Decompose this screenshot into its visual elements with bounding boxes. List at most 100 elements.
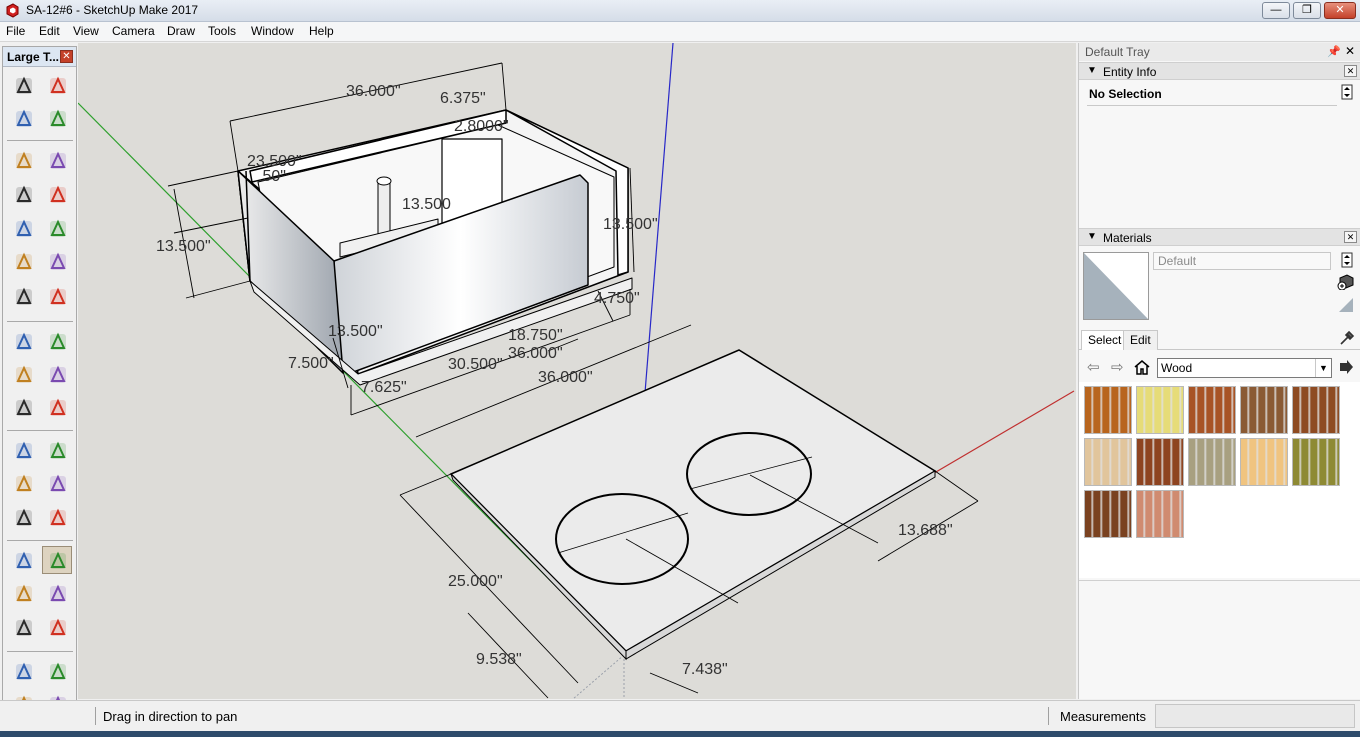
pan-tool-button[interactable] [42,546,72,574]
material-swatch-wood-red-brown[interactable] [1188,386,1236,434]
material-swatch-grid [1079,382,1360,578]
pin-icon[interactable]: 📌 [1327,45,1341,58]
protractor-tool-button[interactable] [8,469,38,497]
offset-tool-button[interactable] [42,393,72,421]
material-swatch-wood-salmon[interactable] [1136,490,1184,538]
menu-window[interactable]: Window [251,24,294,38]
material-swatch-wood-walnut[interactable] [1240,386,1288,434]
baffle-board[interactable] [449,349,937,661]
materials-header[interactable]: ▼ Materials ✕ [1079,228,1360,246]
zoom-extents-tool-button[interactable] [8,613,38,641]
entity-info-header[interactable]: ▼ Entity Info ✕ [1079,62,1360,80]
follow-me-tool-button[interactable] [42,360,72,388]
entity-info-close-button[interactable]: ✕ [1344,65,1357,77]
material-swatch-wood-parquet-mahogany[interactable] [1136,438,1184,486]
material-swatch-wood-parquet-dark[interactable] [1292,386,1340,434]
menu-help[interactable]: Help [309,24,334,38]
previous-view-tool-button[interactable] [42,613,72,641]
rectangle-tool-button[interactable] [8,180,38,208]
drawing-viewport[interactable]: 36.000" 6.375" 2.8000" 23.500" .50" 13.5… [78,43,1076,699]
library-select[interactable]: Wood ▼ [1157,358,1332,378]
push-pull-tool-button[interactable] [42,327,72,355]
window-title: SA-12#6 - SketchUp Make 2017 [26,3,199,17]
paint-bucket-tool-button[interactable] [8,104,38,132]
tray-header: Default Tray 📌 ✕ [1079,43,1360,61]
menu-file[interactable]: File [6,24,25,38]
tape-measure-tool-button[interactable] [8,436,38,464]
three-point-arc-tool-icon [16,287,32,305]
forward-arrow-icon[interactable]: ⇨ [1111,358,1124,376]
select-tool-button[interactable] [8,71,38,99]
eyedropper-icon[interactable] [1339,330,1355,346]
model-canvas[interactable]: 36.000" 6.375" 2.8000" 23.500" .50" 13.5… [78,43,1076,699]
tab-edit[interactable]: Edit [1123,330,1158,350]
menu-camera[interactable]: Camera [112,24,155,38]
speaker-box[interactable] [237,109,633,386]
material-preview[interactable] [1083,252,1149,320]
minimize-icon: — [1270,4,1282,16]
move-tool-button[interactable] [8,327,38,355]
material-swatch-wood-particle-board[interactable] [1240,438,1288,486]
polygon-tool-button[interactable] [42,214,72,242]
tab-select[interactable]: Select [1081,330,1129,350]
3d-text-tool-button[interactable] [42,503,72,531]
measurements-input[interactable] [1155,704,1355,728]
text-tool-button[interactable] [42,469,72,497]
scale-tool-button[interactable] [8,393,38,421]
orbit-tool-button[interactable] [8,546,38,574]
zoom-tool-button[interactable] [8,579,38,607]
dimension-tool-icon [50,441,66,459]
text-tool-icon [50,474,66,492]
details-toggle-icon[interactable] [1341,84,1353,100]
toolbar-close-button[interactable]: ✕ [60,50,73,63]
three-point-arc-tool-button[interactable] [8,282,38,310]
material-swatch-wood-olive[interactable] [1292,438,1340,486]
rotated-rectangle-tool-button[interactable] [42,180,72,208]
close-button[interactable]: ✕ [1324,2,1356,19]
toolbar-header[interactable]: Large T... ✕ [3,47,76,67]
restore-button[interactable]: ❐ [1293,2,1321,19]
material-name-field[interactable]: Default [1153,252,1331,270]
menu-tools[interactable]: Tools [208,24,236,38]
two-point-arc-tool-button[interactable] [42,247,72,275]
tray-close-button[interactable]: ✕ [1345,44,1355,58]
material-swatch-wood-dark-walnut[interactable] [1084,490,1132,538]
material-swatch-wood-cherry[interactable] [1084,386,1132,434]
default-material-icon[interactable] [1337,296,1355,314]
axes-tool-button[interactable] [8,503,38,531]
circle-tool-button[interactable] [8,214,38,242]
details-arrow-icon[interactable] [1337,359,1355,375]
menu-edit[interactable]: Edit [39,24,60,38]
create-material-icon[interactable] [1337,272,1355,290]
dimension-tool-button[interactable] [42,436,72,464]
details-toggle-icon[interactable] [1341,252,1353,268]
zoom-window-tool-button[interactable] [42,579,72,607]
line-tool-button[interactable] [8,146,38,174]
menu-draw[interactable]: Draw [167,24,195,38]
chevron-down-icon[interactable]: ▼ [1315,359,1331,377]
pie-tool-button[interactable] [42,282,72,310]
position-camera-tool-button[interactable] [8,657,38,685]
component-tool-button[interactable] [42,71,72,99]
freehand-tool-button[interactable] [42,146,72,174]
eraser-tool-button[interactable] [42,104,72,132]
rotate-tool-icon [16,365,32,383]
back-arrow-icon[interactable]: ⇦ [1087,358,1100,376]
materials-close-button[interactable]: ✕ [1344,231,1357,243]
collapse-arrow-icon[interactable]: ▼ [1087,231,1097,242]
default-tray: Default Tray 📌 ✕ ▼ Entity Info ✕ No Sele… [1078,43,1360,699]
menu-view[interactable]: View [73,24,99,38]
dim-box-width-top: 36.000" [346,83,401,100]
library-select-value: Wood [1161,361,1193,375]
scale-tool-icon [16,398,32,416]
minimize-button[interactable]: — [1262,2,1290,19]
material-swatch-wood-light-yellow[interactable] [1136,386,1184,434]
home-icon[interactable] [1133,359,1151,375]
material-swatch-wood-grey-oak[interactable] [1188,438,1236,486]
arc-tool-button[interactable] [8,247,38,275]
collapse-arrow-icon[interactable]: ▼ [1087,65,1097,76]
material-swatch-wood-parquet-light[interactable] [1084,438,1132,486]
rotate-tool-button[interactable] [8,360,38,388]
toolbar-separator [7,540,73,541]
look-around-tool-button[interactable] [42,657,72,685]
